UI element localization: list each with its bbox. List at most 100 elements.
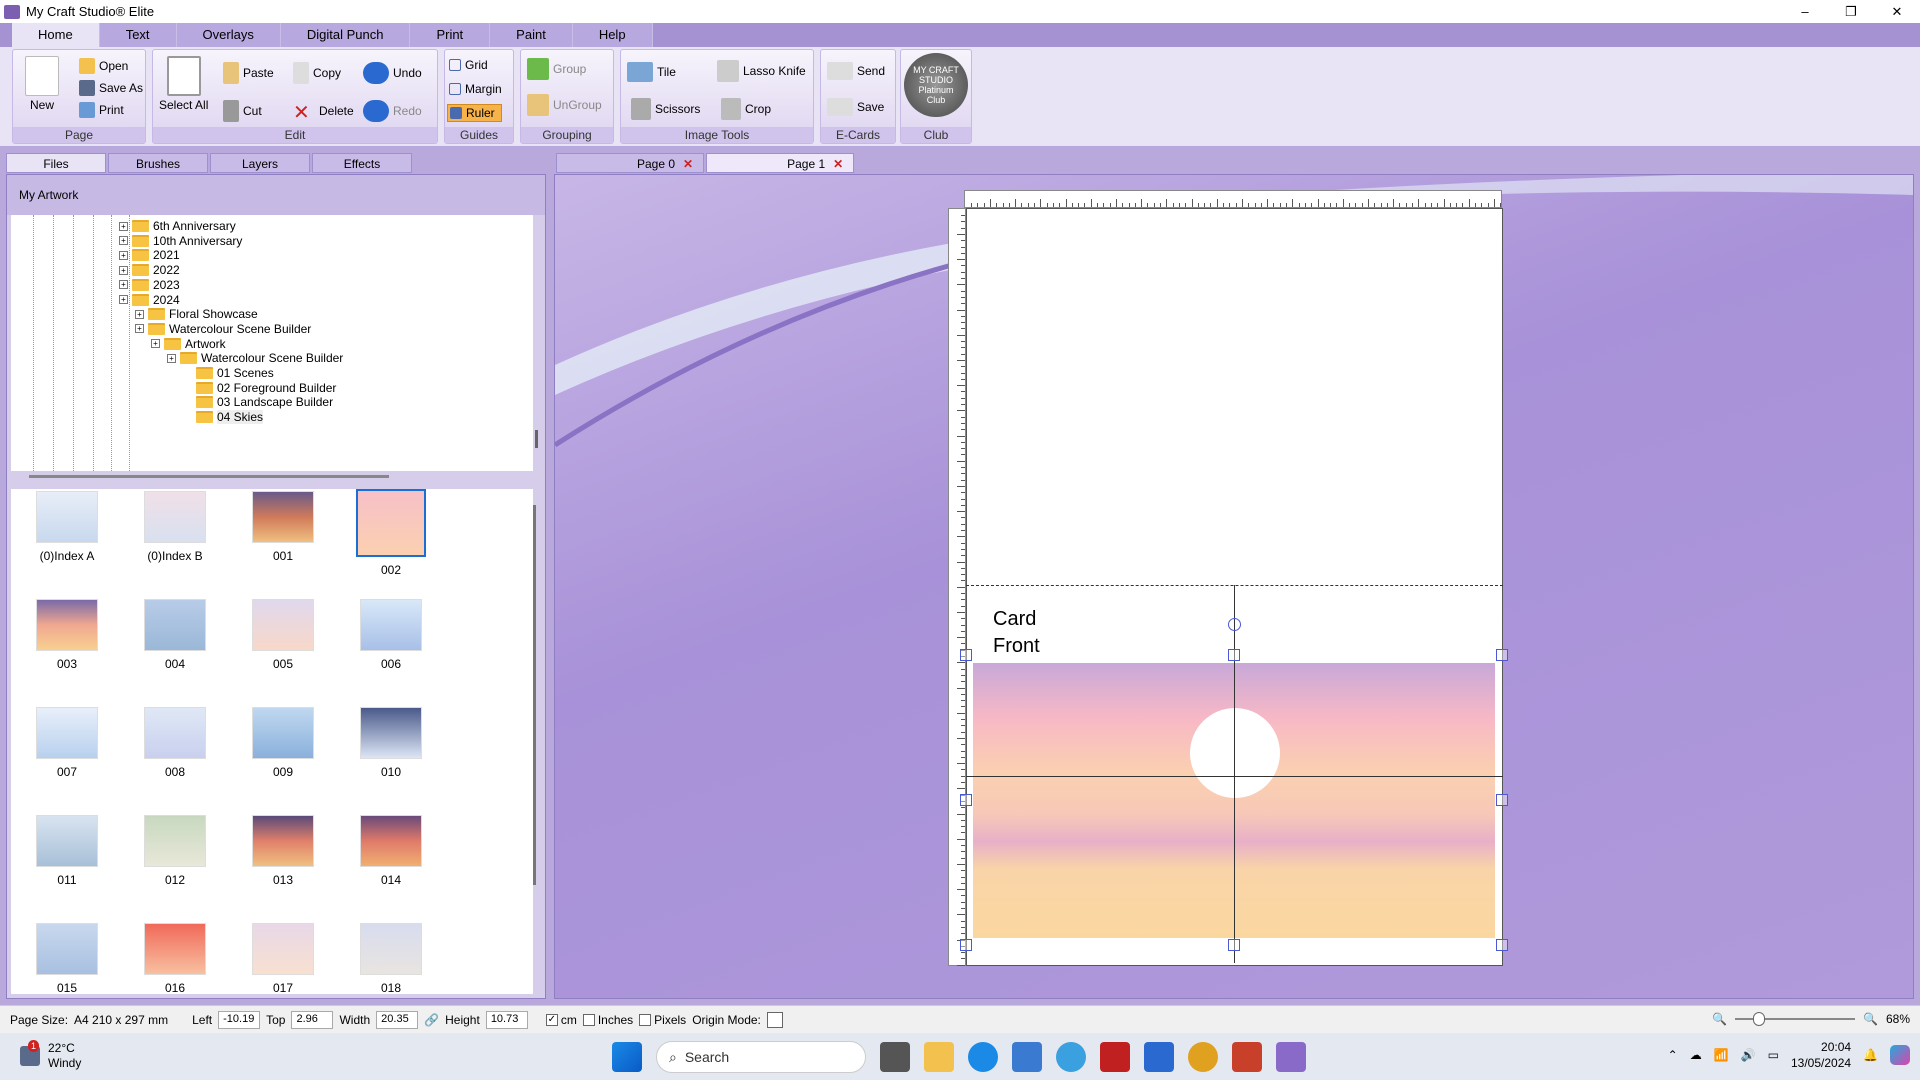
thumbnail-item[interactable]: 002 [341,489,441,577]
file-explorer-icon[interactable] [924,1042,954,1072]
thumbnail-item[interactable]: 011 [17,815,117,887]
tile-button[interactable]: Tile [627,62,676,82]
copy-button[interactable]: Copy [293,62,341,84]
copilot-icon[interactable] [1890,1045,1910,1065]
print-button[interactable]: Print [79,102,124,118]
thumbnail-item[interactable]: 012 [125,815,225,887]
club-logo[interactable]: MY CRAFT STUDIO Platinum Club [904,53,968,117]
mcafee-icon[interactable] [1100,1042,1130,1072]
thumbnail-item[interactable]: 009 [233,707,333,779]
thumbnail-item[interactable]: 010 [341,707,441,779]
expand-icon[interactable]: + [119,280,128,290]
thumbnail-scrollbar[interactable] [533,505,536,885]
thumbnail-item[interactable]: 014 [341,815,441,887]
edge-icon[interactable] [968,1042,998,1072]
expand-icon[interactable]: + [119,250,128,260]
clock[interactable]: 20:04 13/05/2024 [1791,1039,1851,1071]
close-button[interactable]: ✕ [1874,0,1920,23]
card-front-text[interactable]: Card Front [993,606,1040,660]
zoom-out-icon[interactable]: 🔍 [1712,1012,1727,1026]
expand-icon[interactable]: + [135,309,144,319]
thumbnail-item[interactable]: (0)Index B [125,491,225,563]
thumbnail-item[interactable]: 018 [341,923,441,994]
tree-horizontal-scrollbar[interactable] [29,475,389,478]
zoom-slider[interactable] [1735,1012,1856,1026]
group-button[interactable]: Group [527,58,586,80]
resize-handle[interactable] [960,794,972,806]
width-input[interactable]: 20.35 [376,1010,419,1029]
expand-icon[interactable]: + [119,236,128,246]
craft-studio-taskbar-icon[interactable] [1276,1042,1306,1072]
top-input[interactable]: 2.96 [291,1010,334,1029]
tab-files[interactable]: Files [6,153,106,173]
undo-button[interactable]: Undo [363,62,422,84]
zoom-in-icon[interactable]: 🔍 [1863,1012,1878,1026]
paste-button[interactable]: Paste [223,62,274,84]
close-tab-icon[interactable]: ✕ [833,154,843,172]
thumbnail-item[interactable]: 006 [341,599,441,671]
tab-effects[interactable]: Effects [312,153,412,173]
store-icon[interactable] [1012,1042,1042,1072]
chevron-up-icon[interactable]: ⌃ [1668,1048,1678,1062]
tab-brushes[interactable]: Brushes [108,153,208,173]
expand-icon[interactable]: + [119,265,128,275]
powerpoint-icon[interactable] [1232,1042,1262,1072]
resize-handle[interactable] [1496,794,1508,806]
volume-icon[interactable]: 🔊 [1741,1048,1756,1062]
thumbnail-item[interactable]: 017 [233,923,333,994]
thumbnail-item[interactable]: 003 [17,599,117,671]
tree-scrollbar[interactable] [535,430,538,448]
tab-text[interactable]: Text [99,23,177,47]
tab-layers[interactable]: Layers [210,153,310,173]
tab-help[interactable]: Help [572,23,653,47]
tab-home[interactable]: Home [12,23,100,47]
thumbnail-item[interactable]: (0)Index A [17,491,117,563]
cut-button[interactable]: Cut [223,100,262,122]
thumbnail-item[interactable]: 005 [233,599,333,671]
lock-aspect-icon[interactable]: 🔗 [424,1013,439,1027]
thumbnail-item[interactable]: 007 [17,707,117,779]
lasso-knife-button[interactable]: Lasso Knife [717,60,806,82]
task-view-icon[interactable] [880,1042,910,1072]
tab-paint[interactable]: Paint [490,23,573,47]
origin-mode-button[interactable] [766,1011,783,1028]
grid-button[interactable]: Grid [449,58,488,72]
minimize-button[interactable]: – [1782,0,1828,23]
tab-page-0[interactable]: Page 0 ✕ [556,153,705,173]
weather-widget[interactable]: 1 22°C Windy [20,1040,81,1071]
open-button[interactable]: Open [79,58,128,74]
resize-handle[interactable] [1228,939,1240,951]
battery-icon[interactable]: ▭ [1768,1048,1779,1062]
ruler-button[interactable]: Ruler [447,104,502,122]
new-button[interactable]: New [25,56,59,112]
hp-icon[interactable] [1144,1042,1174,1072]
thumbnail-item[interactable]: 001 [233,491,333,563]
horizontal-ruler[interactable] [964,190,1502,208]
thumbnail-item[interactable]: 008 [125,707,225,779]
taskbar-search[interactable]: ⌕ Search [656,1041,866,1073]
ecard-send-button[interactable]: Send [827,62,885,80]
ecard-save-button[interactable]: Save [827,98,884,116]
crop-button[interactable]: Crop [721,98,771,120]
resize-handle[interactable] [1496,939,1508,951]
margin-button[interactable]: Margin [449,82,502,96]
onedrive-icon[interactable]: ☁ [1690,1048,1702,1062]
resize-handle[interactable] [1496,649,1508,661]
wifi-icon[interactable]: 📶 [1714,1048,1729,1062]
ungroup-button[interactable]: UnGroup [527,94,602,116]
close-tab-icon[interactable]: ✕ [683,154,693,172]
resize-handle[interactable] [960,939,972,951]
tree-folder-item[interactable]: 04 Skies [183,408,264,426]
tab-overlays[interactable]: Overlays [176,23,281,47]
tab-digital-punch[interactable]: Digital Punch [280,23,411,47]
cm-option[interactable]: ✓ cm [545,1013,577,1027]
scissors-button[interactable]: Scissors [631,98,700,120]
thumbnail-item[interactable]: 015 [17,923,117,994]
inches-option[interactable]: Inches [582,1013,633,1027]
expand-icon[interactable]: + [119,221,128,231]
expand-icon[interactable]: + [119,295,128,304]
left-input[interactable]: -10.19 [218,1010,261,1029]
vertical-ruler[interactable] [948,208,966,966]
thumbnail-item[interactable]: 013 [233,815,333,887]
resize-handle[interactable] [960,649,972,661]
